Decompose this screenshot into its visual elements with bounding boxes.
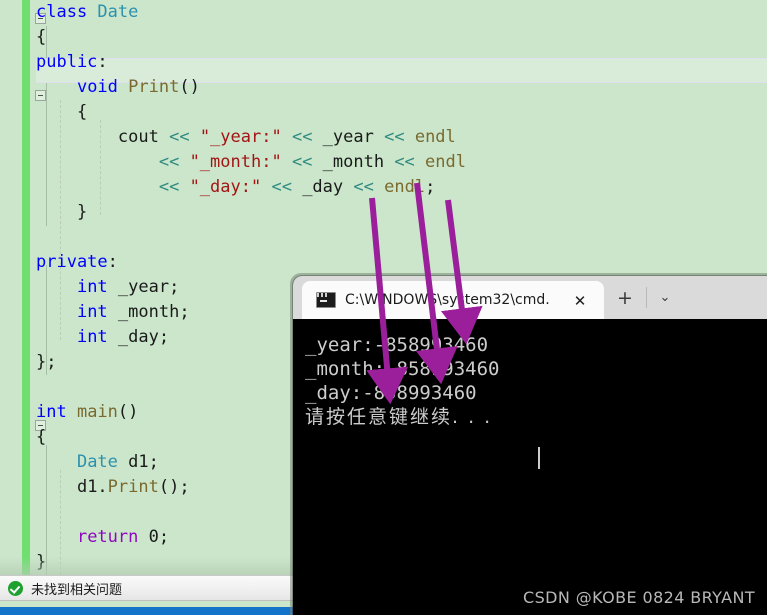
code-token: d1; (117, 452, 159, 472)
code-token: int (36, 402, 77, 422)
code-token: ; (425, 177, 436, 197)
console-prompt-line: 请按任意键继续. . . (305, 406, 493, 428)
code-line[interactable]: public: (36, 50, 767, 75)
code-token: int (76, 302, 108, 322)
console-title-bar[interactable]: C:\WINDOWS\system32\cmd. ✕ + ⌄ (293, 276, 767, 319)
success-check-icon (8, 580, 23, 596)
code-token: << (158, 177, 180, 197)
code-token: "_day:" (189, 177, 262, 197)
tab-bar-divider (646, 287, 647, 308)
code-token: int (76, 327, 108, 347)
code-token: endl (414, 127, 456, 147)
code-token: : (107, 252, 118, 272)
code-line[interactable]: void Print() (36, 75, 767, 100)
code-line[interactable]: { (36, 100, 767, 125)
code-token: << (158, 152, 180, 172)
code-line[interactable]: << "_day:" << _day << endl; (36, 175, 767, 200)
code-token: _month (312, 152, 395, 172)
terminal-icon (316, 292, 336, 308)
console-output-line: _day:-858993460 (305, 382, 477, 404)
code-token: class (36, 2, 98, 22)
code-token: { (76, 102, 88, 122)
code-token: _day (291, 177, 354, 197)
code-line[interactable]: } (36, 200, 767, 225)
code-token: int (76, 277, 108, 297)
code-token: endl (384, 177, 426, 197)
code-token: { (36, 27, 47, 47)
code-token: 0; (138, 527, 170, 547)
code-token: Date (76, 452, 118, 472)
code-token: "_month:" (189, 152, 282, 172)
code-token: _year; (107, 277, 180, 297)
status-message: 未找到相关问题 (31, 582, 123, 598)
code-token: Print (128, 77, 180, 97)
code-token: { (36, 427, 47, 447)
code-token: << (394, 152, 415, 172)
code-token: main (76, 402, 118, 422)
editor-gutter (0, 0, 22, 575)
new-tab-icon[interactable]: + (615, 288, 635, 308)
code-token: void (76, 77, 129, 97)
console-output-area[interactable]: _year:-858993460 _month:-858993460 _day:… (293, 319, 767, 615)
code-token: Date (97, 2, 139, 22)
code-line[interactable]: private: (36, 250, 767, 275)
code-token: << (169, 127, 190, 147)
code-line[interactable]: class Date (36, 0, 767, 25)
code-token: private (36, 252, 108, 272)
code-token: return (76, 527, 139, 547)
code-token: << (291, 127, 313, 147)
code-line[interactable]: << "_month:" << _month << endl (36, 150, 767, 175)
console-caret (538, 447, 540, 469)
code-token: << (291, 152, 313, 172)
watermark-text: CSDN @KOBE 0824 BRYANT (523, 588, 755, 607)
code-token: _month; (107, 302, 190, 322)
code-token: (); (158, 477, 190, 497)
code-token: d1. (76, 477, 108, 497)
code-token: } (76, 202, 88, 222)
code-token: _year (312, 127, 385, 147)
code-token: endl (425, 152, 466, 172)
code-line[interactable]: { (36, 25, 767, 50)
change-tracking-bar (22, 0, 30, 575)
code-token: } (36, 552, 47, 572)
console-output-line: _year:-858993460 (305, 334, 489, 356)
code-token: _day; (107, 327, 170, 347)
code-token: "_year:" (199, 127, 282, 147)
code-token: }; (36, 352, 57, 372)
code-token: Print (107, 477, 159, 497)
code-token: () (117, 402, 139, 422)
console-output-line: _month:-858993460 (305, 358, 500, 380)
code-token: public (36, 52, 98, 72)
code-line[interactable]: cout << "_year:" << _year << endl (36, 125, 767, 150)
console-window[interactable]: C:\WINDOWS\system32\cmd. ✕ + ⌄ _year:-85… (293, 276, 767, 615)
code-token: << (353, 177, 374, 197)
chevron-down-icon[interactable]: ⌄ (655, 289, 675, 307)
code-token: : (97, 52, 108, 72)
console-tab[interactable]: C:\WINDOWS\system32\cmd. ✕ (302, 281, 604, 319)
code-token: << (271, 177, 292, 197)
code-line[interactable] (36, 225, 767, 250)
console-tab-title: C:\WINDOWS\system32\cmd. (345, 292, 550, 308)
code-token: cout (117, 127, 170, 147)
code-token: << (384, 127, 405, 147)
close-icon[interactable]: ✕ (572, 293, 588, 309)
code-token: () (179, 77, 200, 97)
